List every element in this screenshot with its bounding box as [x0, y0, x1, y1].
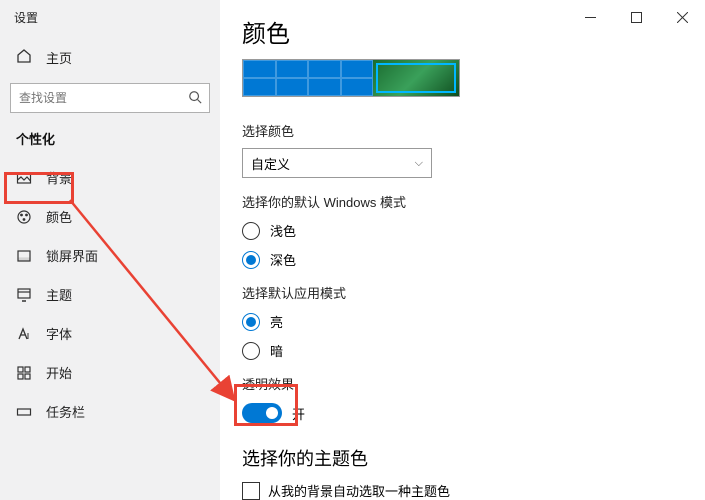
search-icon — [188, 90, 202, 109]
sidebar-item-label: 背景 — [46, 168, 72, 187]
radio-label: 浅色 — [270, 221, 296, 240]
taskbar-icon — [16, 404, 32, 420]
sidebar-item-themes[interactable]: 主题 — [0, 275, 220, 314]
windows-mode-dark-radio[interactable]: 深色 — [242, 250, 705, 269]
accent-heading: 选择你的主题色 — [242, 445, 705, 471]
radio-icon — [242, 251, 260, 269]
sidebar-item-label: 字体 — [46, 324, 72, 343]
window-title: 设置 — [0, 9, 38, 26]
app-mode-label: 选择默认应用模式 — [242, 283, 705, 302]
radio-label: 深色 — [270, 250, 296, 269]
radio-label: 暗 — [270, 341, 283, 360]
lockscreen-icon — [16, 248, 32, 264]
sidebar-item-label: 主题 — [46, 285, 72, 304]
preview-wallpaper — [373, 60, 459, 96]
sidebar-item-label: 任务栏 — [46, 402, 85, 421]
sidebar-item-label: 锁屏界面 — [46, 246, 98, 265]
transparency-toggle[interactable] — [242, 403, 282, 423]
sidebar-item-taskbar[interactable]: 任务栏 — [0, 392, 220, 431]
sidebar-section-label: 个性化 — [0, 123, 220, 158]
choose-color-label: 选择颜色 — [242, 121, 705, 140]
accent-auto-checkbox[interactable]: 从我的背景自动选取一种主题色 — [242, 481, 705, 500]
titlebar: 设置 — [0, 0, 705, 34]
sidebar-item-lockscreen[interactable]: 锁屏界面 — [0, 236, 220, 275]
sidebar-home-label: 主页 — [46, 48, 72, 67]
checkbox-label: 从我的背景自动选取一种主题色 — [268, 481, 450, 500]
palette-icon — [16, 209, 32, 225]
close-button[interactable] — [659, 0, 705, 34]
search-input[interactable] — [10, 83, 210, 113]
start-icon — [16, 365, 32, 381]
home-icon — [16, 48, 32, 67]
sidebar-item-colors[interactable]: 颜色 — [0, 197, 220, 236]
sidebar-item-background[interactable]: 背景 — [0, 158, 220, 197]
app-mode-dark-radio[interactable]: 暗 — [242, 341, 705, 360]
sidebar-item-label: 开始 — [46, 363, 72, 382]
picture-icon — [16, 170, 32, 186]
radio-icon — [242, 342, 260, 360]
sidebar-item-start[interactable]: 开始 — [0, 353, 220, 392]
windows-mode-light-radio[interactable]: 浅色 — [242, 221, 705, 240]
transparency-label: 透明效果 — [242, 374, 705, 393]
radio-icon — [242, 222, 260, 240]
radio-icon — [242, 313, 260, 331]
color-preview — [242, 59, 460, 97]
sidebar-item-fonts[interactable]: 字体 — [0, 314, 220, 353]
dropdown-value: 自定义 — [251, 154, 290, 173]
windows-mode-label: 选择你的默认 Windows 模式 — [242, 192, 705, 211]
main-content: 颜色 选择颜色 自定义 ⌵ 选择你的默认 Windows 模式 浅色 深色 选择… — [220, 0, 705, 500]
font-icon — [16, 326, 32, 342]
minimize-button[interactable] — [567, 0, 613, 34]
radio-label: 亮 — [270, 312, 283, 331]
theme-icon — [16, 287, 32, 303]
toggle-state-label: 开 — [292, 404, 305, 423]
chevron-down-icon: ⌵ — [415, 157, 423, 170]
sidebar-home[interactable]: 主页 — [0, 40, 220, 75]
checkbox-icon — [242, 482, 260, 500]
app-mode-light-radio[interactable]: 亮 — [242, 312, 705, 331]
maximize-button[interactable] — [613, 0, 659, 34]
preview-tiles — [243, 60, 373, 96]
sidebar: 主页 个性化 背景 颜色 锁屏界面 主题 字体 — [0, 0, 220, 500]
search-wrap — [10, 83, 210, 113]
choose-color-dropdown[interactable]: 自定义 ⌵ — [242, 148, 432, 178]
sidebar-item-label: 颜色 — [46, 207, 72, 226]
